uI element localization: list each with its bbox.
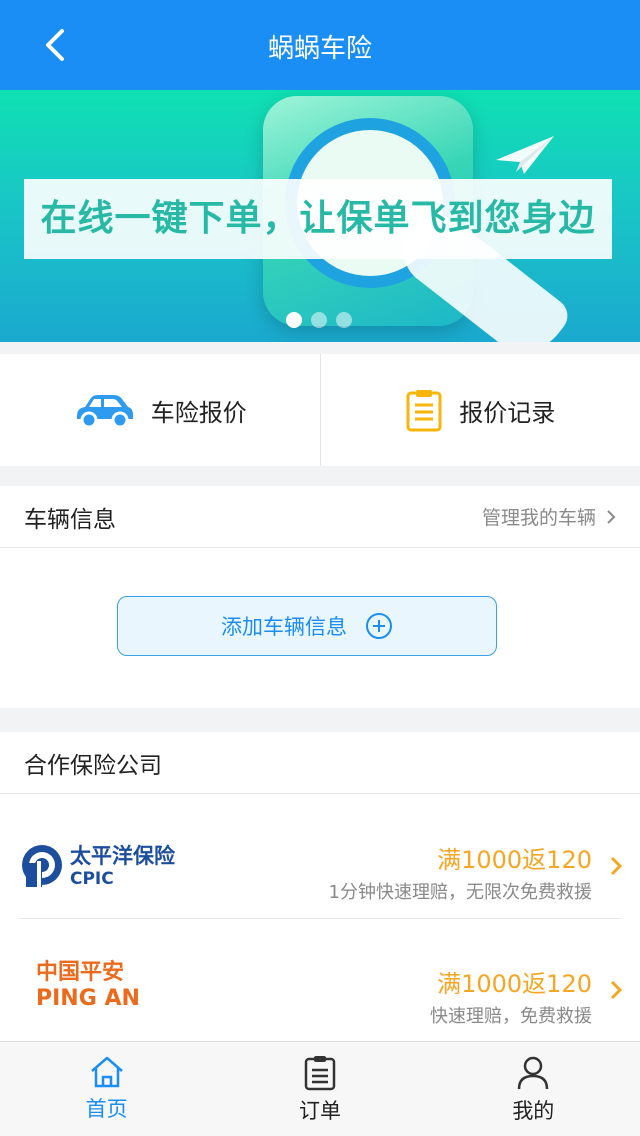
chevron-right-icon	[610, 980, 622, 1000]
svg-text:太平洋保险: 太平洋保险	[70, 844, 176, 868]
vehicle-info-header: 车辆信息 管理我的车辆	[0, 486, 640, 548]
clipboard-icon	[406, 390, 442, 432]
pingan-logo: 中国平安 PING AN	[36, 957, 160, 1013]
plus-circle-icon	[366, 613, 392, 639]
add-vehicle-button[interactable]: 添加车辆信息	[117, 596, 497, 656]
partner-item-cpic[interactable]: 太平洋保险 CPIC 满1000返120 1分钟快速理赔，无限次免费救援	[0, 795, 640, 919]
tab-home-label: 首页	[85, 1097, 128, 1121]
user-icon	[518, 1056, 549, 1090]
chevron-right-icon	[610, 856, 622, 876]
partner-insurers-header: 合作保险公司	[0, 732, 640, 794]
navigation-bar: 蜗蜗车险	[0, 0, 640, 90]
vehicle-info-title: 车辆信息	[24, 506, 116, 533]
car-insurance-quote-button[interactable]: 车险报价	[0, 354, 320, 466]
cpic-description: 1分钟快速理赔，无限次免费救援	[328, 882, 592, 903]
svg-text:CPIC: CPIC	[70, 869, 114, 889]
pingan-description: 快速理赔，免费救援	[430, 1006, 592, 1027]
manage-vehicles-label: 管理我的车辆	[481, 507, 596, 529]
tab-mine-label: 我的	[512, 1099, 555, 1123]
paper-plane-icon	[496, 136, 554, 174]
partner-insurers-title: 合作保险公司	[24, 752, 162, 779]
promo-banner[interactable]: 在线一键下单，让保单飞到您身边	[0, 90, 640, 342]
svg-text:中国平安: 中国平安	[36, 959, 124, 985]
quick-actions: 车险报价 报价记录	[0, 354, 640, 466]
banner-slogan: 在线一键下单，让保单飞到您身边	[40, 198, 596, 239]
add-vehicle-label: 添加车辆信息	[221, 615, 347, 639]
tab-mine[interactable]: 我的	[427, 1042, 640, 1136]
carousel-dot-2[interactable]	[311, 312, 327, 328]
tab-orders[interactable]: 订单	[213, 1042, 426, 1136]
quote-history-button[interactable]: 报价记录	[319, 354, 640, 466]
tab-home[interactable]: 首页	[0, 1042, 213, 1136]
cpic-promo: 满1000返120	[437, 846, 592, 874]
order-icon	[304, 1056, 336, 1091]
manage-vehicles-link[interactable]: 管理我的车辆	[482, 503, 616, 530]
chevron-right-icon	[607, 509, 616, 524]
partner-insurers-section: 合作保险公司 太平洋保险 CPIC 满1000返120 1分钟快速理赔，无限次免…	[0, 732, 640, 1041]
home-icon	[90, 1056, 123, 1088]
car-icon	[76, 395, 133, 429]
partner-item-pingan[interactable]: 中国平安 PING AN 满1000返120 快速理赔，免费救援	[0, 919, 640, 1043]
tab-orders-label: 订单	[298, 1099, 341, 1123]
carousel-indicator	[286, 312, 352, 328]
vehicle-info-section: 车辆信息 管理我的车辆 添加车辆信息	[0, 486, 640, 708]
tab-bar: 首页 订单 我的	[0, 1041, 640, 1136]
cpic-logo: 太平洋保险 CPIC	[22, 841, 190, 893]
page-title: 蜗蜗车险	[267, 34, 372, 64]
svg-text:PING AN: PING AN	[36, 986, 140, 1009]
pingan-promo: 满1000返120	[437, 970, 592, 998]
carousel-dot-3[interactable]	[336, 312, 352, 328]
car-insurance-quote-label: 车险报价	[150, 398, 247, 427]
carousel-dot-1[interactable]	[286, 312, 302, 328]
quote-history-label: 报价记录	[459, 398, 556, 427]
